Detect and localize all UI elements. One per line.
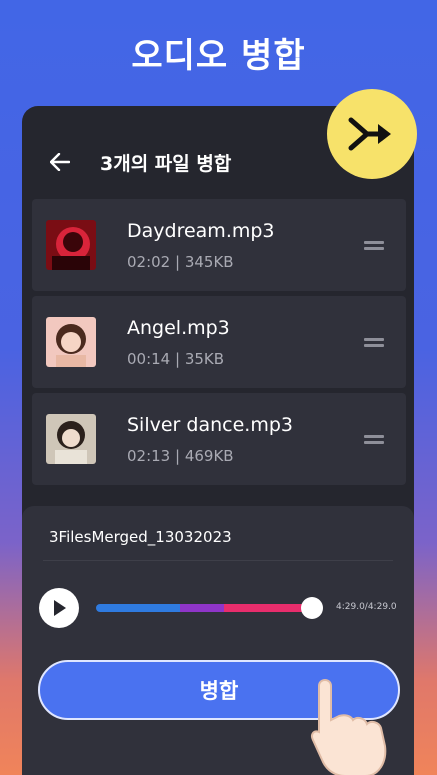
headline: 오디오 병합: [131, 36, 306, 76]
file-meta: 00:14 | 35KB: [127, 350, 225, 368]
screen-title: 3개의 파일 병합: [100, 152, 232, 175]
play-button[interactable]: [39, 588, 79, 628]
file-row[interactable]: Angel.mp3 00:14 | 35KB: [32, 296, 406, 388]
time-label: 4:29.0/4:29.0: [336, 602, 397, 612]
drag-handle-icon[interactable]: [364, 241, 384, 250]
segment-1: [96, 604, 180, 612]
merge-badge: [327, 89, 417, 179]
segment-2: [180, 604, 224, 612]
divider: [43, 560, 393, 561]
pointing-hand-icon: [310, 679, 387, 775]
progress-track[interactable]: [96, 604, 312, 612]
file-name: Silver dance.mp3: [127, 414, 293, 436]
back-button[interactable]: [36, 144, 84, 180]
drag-handle-icon[interactable]: [364, 338, 384, 347]
file-meta: 02:02 | 345KB: [127, 253, 234, 271]
segment-3: [224, 604, 312, 612]
merge-arrows-icon: [348, 117, 391, 151]
file-row[interactable]: Daydream.mp3 02:02 | 345KB: [32, 199, 406, 291]
progress-knob[interactable]: [301, 597, 323, 619]
album-art-thumbnail: [46, 414, 96, 464]
file-row[interactable]: Silver dance.mp3 02:13 | 469KB: [32, 393, 406, 485]
album-art-thumbnail: [46, 317, 96, 367]
play-icon: [54, 600, 66, 616]
drag-handle-icon[interactable]: [364, 435, 384, 444]
app-screen: 3개의 파일 병합 Daydream.mp3 02:02 | 345KB Ang…: [22, 106, 414, 775]
file-meta: 02:13 | 469KB: [127, 447, 234, 465]
file-name: Daydream.mp3: [127, 220, 275, 242]
file-name: Angel.mp3: [127, 317, 230, 339]
output-file-name[interactable]: 3FilesMerged_13032023: [49, 528, 232, 546]
file-list: Daydream.mp3 02:02 | 345KB Angel.mp3 00:…: [32, 199, 406, 490]
arrow-left-icon: [50, 153, 70, 171]
album-art-thumbnail: [46, 220, 96, 270]
